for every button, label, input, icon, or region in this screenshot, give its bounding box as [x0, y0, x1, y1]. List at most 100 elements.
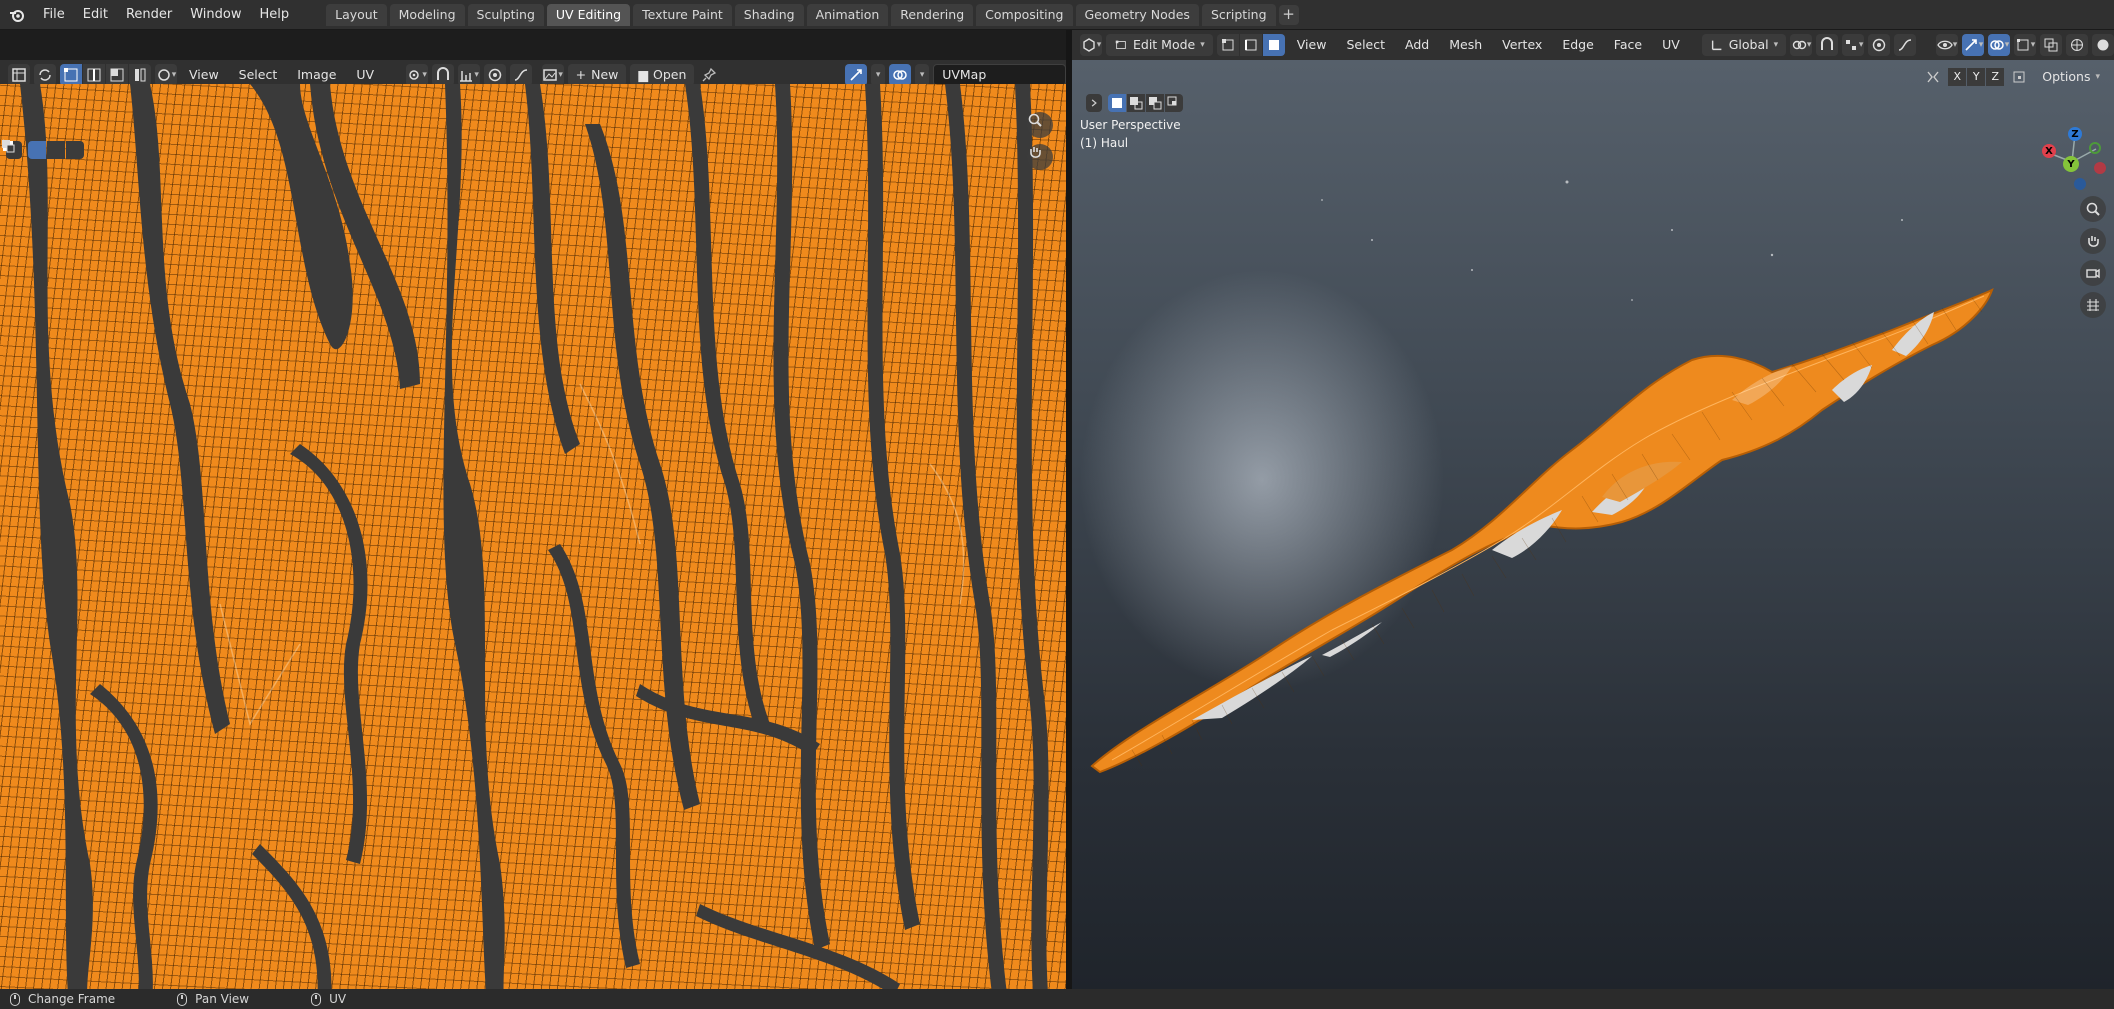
menu-view[interactable]: View — [181, 64, 227, 86]
pan-hand-icon[interactable] — [1027, 144, 1053, 170]
mirror-y-button[interactable]: Y — [1967, 68, 1986, 86]
vp-snap-icon[interactable] — [1816, 34, 1839, 56]
vp-menu-vertex[interactable]: Vertex — [1494, 34, 1550, 56]
tab-geometry-nodes[interactable]: Geometry Nodes — [1075, 3, 1199, 26]
tab-shading[interactable]: Shading — [734, 3, 804, 26]
editor-type-icon[interactable] — [8, 64, 30, 86]
gizmo-y-axis[interactable]: Y — [2063, 156, 2079, 172]
vp-menu-uv[interactable]: UV — [1654, 34, 1688, 56]
uv-islands — [20, 84, 1050, 1009]
vp-select-extend-icon[interactable] — [1127, 94, 1145, 112]
tab-modeling[interactable]: Modeling — [389, 3, 465, 26]
gizmo-neg-z-axis[interactable] — [2074, 178, 2086, 190]
image-browse-icon[interactable]: ▾ — [541, 64, 564, 86]
tab-texture-paint[interactable]: Texture Paint — [633, 3, 732, 26]
menu-help[interactable]: Help — [251, 3, 299, 27]
island-select-icon[interactable] — [129, 64, 151, 86]
tab-scripting[interactable]: Scripting — [1201, 3, 1276, 26]
viewport-editor-type-icon[interactable]: ▾ — [1080, 34, 1102, 56]
transform-orientation-dropdown[interactable]: Global ▾ — [1701, 34, 1787, 56]
sync-selection-icon[interactable] — [34, 64, 56, 86]
tab-layout[interactable]: Layout — [326, 3, 387, 26]
menu-image[interactable]: Image — [289, 64, 344, 86]
menu-edit[interactable]: Edit — [74, 3, 117, 27]
vp-falloff-icon[interactable] — [1894, 34, 1917, 56]
menu-window[interactable]: Window — [181, 3, 250, 27]
vp-menu-face[interactable]: Face — [1606, 34, 1650, 56]
viewport-canvas[interactable]: User Perspective (1) Haul X Y Z Options ▾… — [1072, 60, 2114, 989]
falloff-icon[interactable] — [509, 64, 532, 86]
auto-merge-icon[interactable] — [2008, 66, 2030, 88]
vp-proportional-icon[interactable] — [1868, 34, 1891, 56]
ortho-grid-icon[interactable] — [2080, 292, 2106, 318]
vp-select-new-icon[interactable] — [1108, 94, 1126, 112]
gizmo-x-axis[interactable]: X — [2042, 144, 2056, 158]
mirror-x-button[interactable]: X — [1948, 68, 1967, 86]
face-mode-icon[interactable] — [1262, 34, 1285, 56]
vp-menu-add[interactable]: Add — [1397, 34, 1437, 56]
vp-toolbar-toggle-icon[interactable] — [1086, 94, 1102, 112]
camera-view-icon[interactable] — [2080, 260, 2106, 286]
snap-target-icon[interactable]: ▾ — [457, 64, 480, 86]
snap-icon[interactable] — [431, 64, 454, 86]
pivot-point-icon[interactable]: ▾ — [405, 64, 428, 86]
gizmo-neg-y-axis[interactable] — [2089, 142, 2101, 154]
shading-wireframe-icon[interactable] — [2066, 34, 2088, 56]
gizmo-dropdown-icon[interactable]: ▾ — [871, 64, 886, 86]
vp-menu-edge[interactable]: Edge — [1554, 34, 1601, 56]
vp-menu-view[interactable]: View — [1289, 34, 1335, 56]
vp-select-intersect-icon[interactable] — [1165, 94, 1183, 112]
new-image-button[interactable]: + New — [567, 64, 627, 86]
menu-uv[interactable]: UV — [348, 64, 382, 86]
status-uv: UV — [311, 992, 346, 1006]
menu-file[interactable]: File — [34, 3, 74, 27]
gizmo-toggle-icon[interactable] — [845, 64, 868, 86]
vp-snap-target-icon[interactable]: ▾ — [1842, 34, 1865, 56]
edge-select-icon[interactable] — [83, 64, 105, 86]
zoom-icon[interactable] — [1027, 112, 1053, 138]
mirror-icon[interactable] — [1922, 66, 1944, 88]
vp-menu-mesh[interactable]: Mesh — [1441, 34, 1490, 56]
vp-pan-hand-icon[interactable] — [2080, 228, 2106, 254]
gizmo-neg-x-axis[interactable] — [2094, 162, 2106, 174]
tab-uv-editing[interactable]: UV Editing — [546, 3, 631, 26]
navigation-gizmo[interactable]: Z X Y — [2034, 118, 2114, 198]
face-select-icon[interactable] — [106, 64, 128, 86]
tab-animation[interactable]: Animation — [806, 3, 889, 26]
tab-sculpting[interactable]: Sculpting — [467, 3, 544, 26]
menu-render[interactable]: Render — [117, 3, 181, 27]
tab-compositing[interactable]: Compositing — [976, 3, 1073, 26]
mode-dropdown[interactable]: Edit Mode ▾ — [1106, 34, 1213, 56]
visibility-icon[interactable]: ▾ — [1936, 34, 1958, 56]
select-subtract-icon[interactable] — [2, 140, 84, 159]
blender-logo-icon[interactable] — [6, 4, 28, 26]
proportional-edit-icon[interactable] — [483, 64, 506, 86]
overlay-dropdown-icon[interactable]: ▾ — [915, 64, 930, 86]
vp-overlay-icon[interactable]: ▾ — [1988, 34, 2010, 56]
open-image-button[interactable]: ▆ Open — [630, 64, 695, 86]
sticky-selection-icon[interactable]: ▾ — [155, 64, 177, 86]
add-workspace-button[interactable]: + — [1278, 4, 1299, 25]
vp-gizmo-icon[interactable]: ▾ — [1962, 34, 1984, 56]
vertex-mode-icon[interactable] — [1216, 34, 1239, 56]
tab-rendering[interactable]: Rendering — [891, 3, 974, 26]
options-dropdown[interactable]: Options ▾ — [2034, 66, 2108, 88]
xray-icon[interactable] — [2040, 34, 2062, 56]
mirror-z-button[interactable]: Z — [1986, 68, 2005, 86]
uv-canvas[interactable] — [0, 84, 1066, 1009]
uvmap-field[interactable]: UVMap — [933, 64, 1066, 86]
vp-select-subtract-icon[interactable] — [1146, 94, 1164, 112]
menu-select[interactable]: Select — [231, 64, 286, 86]
overlay-toggle-icon[interactable] — [889, 64, 912, 86]
pivot-icon[interactable]: ▾ — [1790, 34, 1813, 56]
edge-mode-icon[interactable] — [1239, 34, 1262, 56]
vertex-select-icon[interactable] — [60, 64, 82, 86]
select-extend-icon[interactable] — [2, 140, 65, 159]
shading-solid-icon[interactable] — [2092, 34, 2114, 56]
gizmo-z-axis[interactable]: Z — [2068, 127, 2082, 141]
pin-icon[interactable] — [698, 64, 720, 86]
vp-menu-select[interactable]: Select — [1338, 34, 1393, 56]
select-new-icon[interactable] — [3, 141, 46, 159]
vp-zoom-icon[interactable] — [2080, 196, 2106, 222]
mesh-edit-overlay-icon[interactable]: ▾ — [2014, 34, 2036, 56]
